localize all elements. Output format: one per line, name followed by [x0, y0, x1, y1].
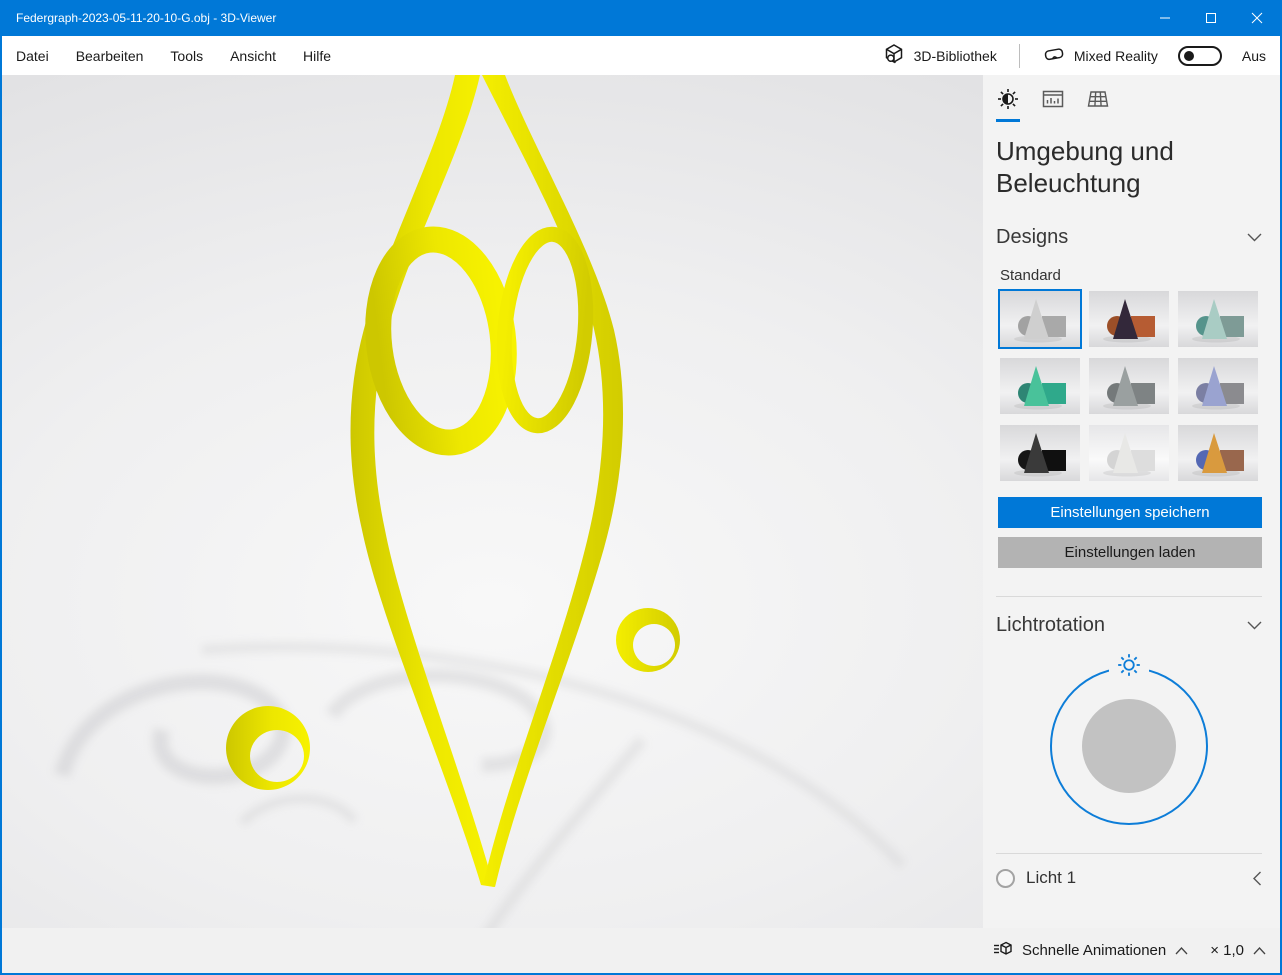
federgraph-model [2, 75, 983, 928]
design-grid [998, 289, 1262, 483]
ribbon-left-band [351, 75, 494, 887]
animation-cube-icon [993, 939, 1013, 963]
chevron-left-icon[interactable] [1253, 871, 1262, 886]
light-rotation-title: Lichtrotation [996, 614, 1105, 637]
close-button[interactable] [1234, 0, 1280, 36]
3d-library-button[interactable]: 3D-Bibliothek [882, 42, 997, 69]
model-shadow [62, 647, 902, 928]
tab-grid[interactable] [1086, 87, 1110, 122]
light-rotation-header[interactable]: Lichtrotation [996, 614, 1262, 637]
ribbon-right-oval [497, 231, 593, 429]
app-window: Federgraph-2023-05-11-20-10-G.obj - 3D-V… [0, 0, 1282, 975]
cube-search-icon [882, 42, 906, 69]
menubar: Datei Bearbeiten Tools Ansicht Hilfe 3D-… [2, 36, 1280, 75]
panel-tabs [996, 87, 1262, 122]
menu-hilfe[interactable]: Hilfe [303, 48, 331, 64]
save-settings-button[interactable]: Einstellungen speichern [998, 497, 1262, 528]
animations-label: Schnelle Animationen [1022, 942, 1166, 959]
divider [996, 596, 1262, 597]
statusbar: Schnelle Animationen × 1,0 [2, 928, 1280, 973]
curl-ring-right [616, 608, 680, 672]
scale-control[interactable]: × 1,0 [1210, 942, 1266, 959]
chevron-down-icon [1247, 233, 1262, 242]
chevron-down-icon [1247, 621, 1262, 630]
mixed-reality-state: Aus [1242, 48, 1266, 64]
mixed-reality-label: Mixed Reality [1074, 48, 1158, 64]
light-1-radio[interactable] [996, 869, 1015, 888]
mixed-reality-toggle[interactable] [1178, 46, 1222, 66]
menu-separator [1019, 44, 1020, 68]
3d-library-label: 3D-Bibliothek [914, 48, 997, 64]
menu-ansicht[interactable]: Ansicht [230, 48, 276, 64]
maximize-button[interactable] [1188, 0, 1234, 36]
light-rotation-dial[interactable] [1050, 667, 1208, 825]
sun-icon [996, 87, 1020, 111]
animations-control[interactable]: Schnelle Animationen [993, 939, 1188, 963]
light-1-row[interactable]: Licht 1 [996, 854, 1262, 903]
caret-up-icon[interactable] [1175, 947, 1188, 955]
dial-knob[interactable] [1082, 699, 1176, 793]
load-settings-button[interactable]: Einstellungen laden [998, 537, 1262, 568]
design-thumbnail-2[interactable] [1087, 289, 1171, 349]
design-thumbnail-3[interactable] [1176, 289, 1260, 349]
viewport-3d[interactable] [2, 75, 983, 928]
caret-up-icon[interactable] [1253, 947, 1266, 955]
maximize-icon [1205, 12, 1217, 24]
design-thumbnail-7[interactable] [998, 423, 1082, 483]
design-thumbnail-4[interactable] [998, 356, 1082, 416]
tab-stats[interactable] [1041, 87, 1065, 122]
design-thumbnail-9[interactable] [1176, 423, 1260, 483]
designs-title: Designs [996, 226, 1068, 249]
toggle-knob [1184, 51, 1194, 61]
design-thumbnail-5[interactable] [1087, 356, 1171, 416]
tab-lighting[interactable] [996, 87, 1020, 122]
designs-section-header[interactable]: Designs [996, 226, 1262, 249]
menu-datei[interactable]: Datei [16, 48, 49, 64]
design-thumbnail-6[interactable] [1176, 356, 1260, 416]
vr-goggles-icon [1042, 42, 1066, 69]
grid-icon [1086, 87, 1110, 111]
design-thumbnail-1[interactable] [998, 289, 1082, 349]
window-title: Federgraph-2023-05-11-20-10-G.obj - 3D-V… [2, 11, 1142, 25]
menu-bearbeiten[interactable]: Bearbeiten [76, 48, 144, 64]
minimize-button[interactable] [1142, 0, 1188, 36]
close-icon [1251, 12, 1263, 24]
designs-group-label: Standard [1000, 267, 1262, 284]
scale-label: × 1,0 [1210, 942, 1244, 959]
titlebar: Federgraph-2023-05-11-20-10-G.obj - 3D-V… [2, 0, 1280, 36]
ribbon-left-oval [367, 232, 515, 450]
mixed-reality-group: Mixed Reality Aus [1042, 42, 1266, 69]
minimize-icon [1159, 12, 1171, 24]
dial-sun-icon[interactable] [1109, 652, 1149, 683]
design-thumbnail-8[interactable] [1087, 423, 1171, 483]
stats-icon [1041, 87, 1065, 111]
light-1-label: Licht 1 [1026, 868, 1253, 888]
panel-heading: Umgebung und Beleuchtung [996, 136, 1236, 200]
settings-panel: Umgebung und Beleuchtung Designs Standar… [983, 75, 1280, 928]
menu-tools[interactable]: Tools [170, 48, 203, 64]
